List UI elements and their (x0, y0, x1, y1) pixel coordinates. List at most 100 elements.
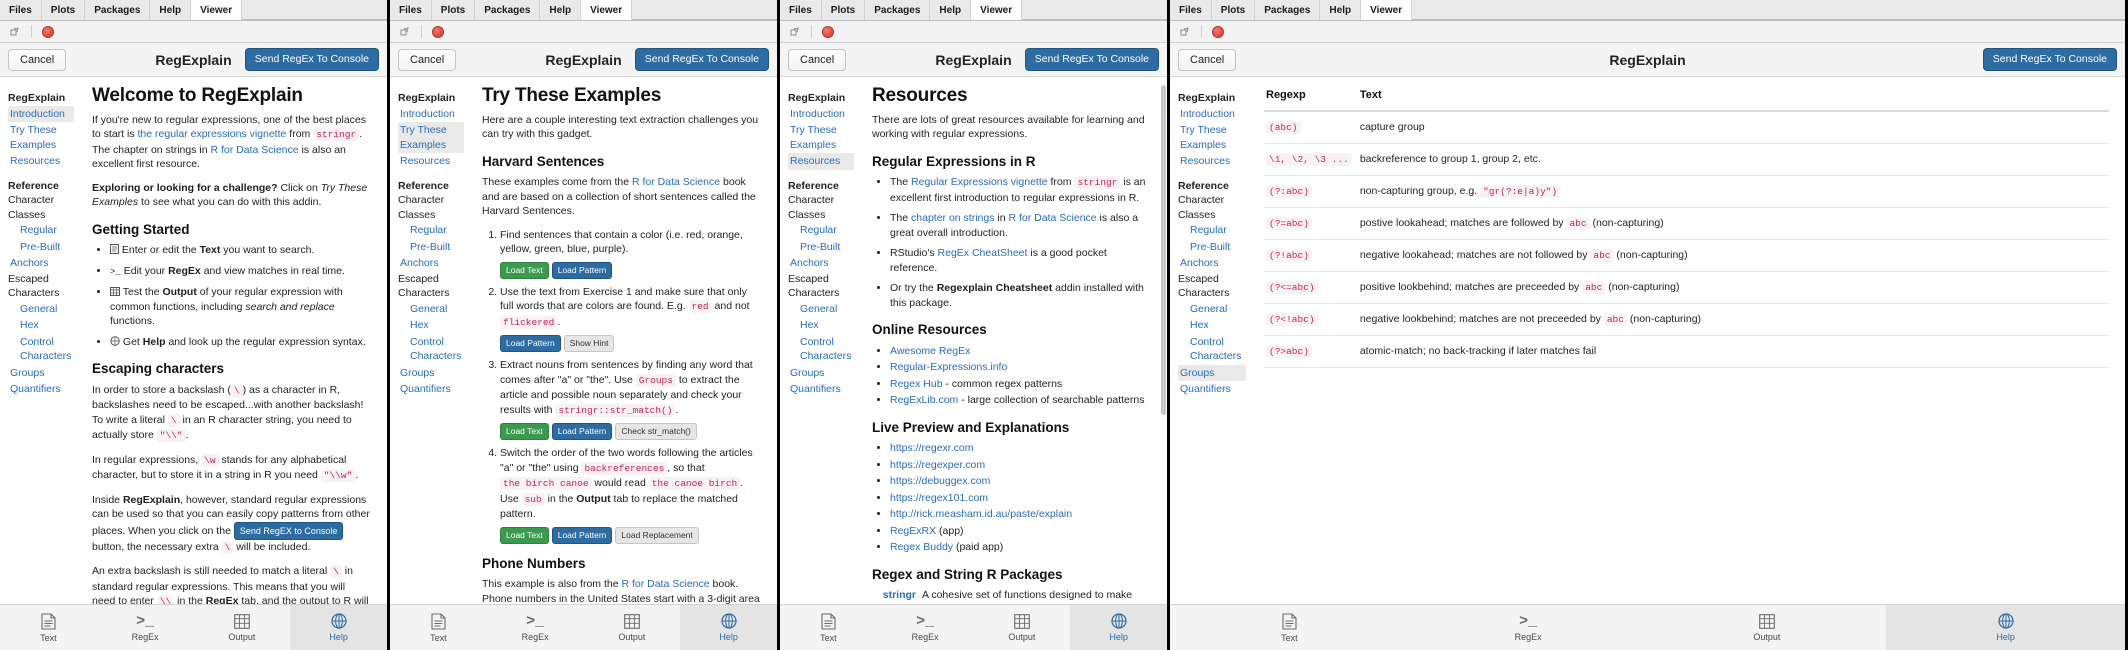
sidebar-item-resources[interactable]: Resources (8, 153, 74, 170)
rstudio-tab-packages[interactable]: Packages (85, 0, 151, 20)
sidebar-item-resources[interactable]: Resources (398, 153, 464, 170)
tab-text[interactable]: Text (1170, 605, 1409, 650)
load-replacement-button[interactable]: Load Replacement (615, 526, 699, 544)
popout-icon[interactable] (788, 25, 801, 38)
rstudio-tab-help[interactable]: Help (540, 0, 582, 20)
sidebar-item-quantifiers[interactable]: Quantifiers (788, 381, 854, 398)
tab-help[interactable]: Help (1886, 605, 2125, 650)
sidebar-item-pre-built[interactable]: Pre-Built (8, 239, 74, 256)
sidebar-item-resources[interactable]: Resources (788, 153, 854, 170)
sidebar-item-introduction[interactable]: Introduction (1178, 106, 1246, 123)
sidebar-item-hex[interactable]: Hex (8, 317, 74, 334)
rstudio-tab-help[interactable]: Help (930, 0, 972, 20)
tab-regex[interactable]: >_ RegEx (877, 605, 974, 650)
link-regexrx[interactable]: RegExRX (890, 525, 936, 537)
link-r4ds-phone[interactable]: R for Data Science (621, 578, 709, 590)
rstudio-tab-plots[interactable]: Plots (41, 0, 86, 20)
tab-regex[interactable]: >_ RegEx (97, 605, 194, 650)
inline-send-regex-button[interactable]: Send RegEX to Console (233, 521, 344, 540)
link-regexlib[interactable]: RegExLib.com (890, 394, 958, 406)
sidebar-item-quantifiers[interactable]: Quantifiers (8, 381, 74, 398)
load-pattern-button[interactable]: Load Pattern (500, 335, 561, 352)
rstudio-tab-packages[interactable]: Packages (865, 0, 931, 20)
popout-icon[interactable] (1178, 25, 1191, 38)
link-measham-explain[interactable]: http://rick.measham.id.au/paste/explain (890, 508, 1072, 520)
stop-icon[interactable] (42, 25, 54, 38)
link-regexr[interactable]: https://regexr.com (890, 442, 973, 454)
sidebar-item-hex[interactable]: Hex (398, 317, 464, 334)
sidebar-item-anchors[interactable]: Anchors (398, 255, 464, 272)
sidebar-item-hex[interactable]: Hex (788, 317, 854, 334)
link-regex-buddy[interactable]: Regex Buddy (890, 541, 953, 553)
tab-text[interactable]: Text (780, 605, 877, 650)
send-regex-to-console-button[interactable]: Send RegEx To Console (244, 48, 379, 71)
sidebar-item-regular[interactable]: Regular (398, 222, 464, 239)
tab-text[interactable]: Text (0, 605, 97, 650)
sidebar-item-anchors[interactable]: Anchors (1178, 255, 1246, 272)
sidebar-item-resources[interactable]: Resources (1178, 153, 1246, 170)
rstudio-tab-files[interactable]: Files (780, 0, 822, 20)
sidebar-item-anchors[interactable]: Anchors (8, 255, 74, 272)
tab-text[interactable]: Text (390, 605, 487, 650)
link-regular-expressions-info[interactable]: Regular-Expressions.info (890, 361, 1007, 373)
cancel-button[interactable]: Cancel (1178, 48, 1237, 71)
sidebar-item-control-characters[interactable]: Control Characters (788, 334, 854, 365)
link-debuggex[interactable]: https://debuggex.com (890, 475, 990, 487)
rstudio-tab-viewer[interactable]: Viewer (191, 0, 243, 20)
link-regex101[interactable]: https://regex101.com (890, 492, 988, 504)
rstudio-tab-packages[interactable]: Packages (1255, 0, 1321, 20)
cancel-button[interactable]: Cancel (398, 48, 457, 71)
sidebar-item-quantifiers[interactable]: Quantifiers (398, 381, 464, 398)
load-text-button[interactable]: Load Text (500, 526, 549, 544)
sidebar-item-try-these-examples[interactable]: Try These Examples (1178, 122, 1246, 153)
link-r4ds[interactable]: R for Data Science (210, 144, 298, 156)
check-str-match-button[interactable]: Check str_match() (615, 423, 697, 440)
link-stringr-vignette[interactable]: the regular expressions vignette (138, 128, 287, 140)
sidebar-item-try-these-examples[interactable]: Try These Examples (788, 122, 854, 153)
tab-regex[interactable]: >_ RegEx (487, 605, 584, 650)
sidebar-item-general[interactable]: General (788, 301, 854, 318)
load-pattern-button[interactable]: Load Pattern (551, 526, 613, 544)
sidebar-item-pre-built[interactable]: Pre-Built (1178, 239, 1246, 256)
tab-output[interactable]: Output (974, 605, 1071, 650)
sidebar-item-control-characters[interactable]: Control Characters (1178, 334, 1246, 365)
tab-help[interactable]: Help (290, 605, 387, 650)
rstudio-tab-help[interactable]: Help (150, 0, 192, 20)
link-regex-vignette[interactable]: Regular Expressions vignette (911, 176, 1048, 188)
show-hint-button[interactable]: Show Hint (563, 335, 615, 352)
send-regex-to-console-button[interactable]: Send RegEx To Console (634, 48, 769, 71)
rstudio-tab-files[interactable]: Files (390, 0, 432, 20)
sidebar-item-introduction[interactable]: Introduction (398, 106, 464, 123)
rstudio-tab-plots[interactable]: Plots (821, 0, 866, 20)
rstudio-tab-viewer[interactable]: Viewer (971, 0, 1023, 20)
tab-help[interactable]: Help (1070, 605, 1167, 650)
stop-icon[interactable] (432, 25, 444, 38)
link-r4ds[interactable]: R for Data Science (632, 176, 720, 188)
cancel-button[interactable]: Cancel (8, 48, 67, 71)
link-awesome-regex[interactable]: Awesome RegEx (890, 345, 970, 357)
send-regex-to-console-button[interactable]: Send RegEx To Console (1024, 48, 1159, 71)
popout-icon[interactable] (8, 25, 21, 38)
sidebar-item-quantifiers[interactable]: Quantifiers (1178, 381, 1246, 398)
load-text-button[interactable]: Load Text (500, 261, 549, 279)
rstudio-tab-files[interactable]: Files (1170, 0, 1212, 20)
stop-icon[interactable] (822, 25, 834, 38)
sidebar-item-regular[interactable]: Regular (8, 222, 74, 239)
tab-regex[interactable]: >_ RegEx (1409, 605, 1648, 650)
load-pattern-button[interactable]: Load Pattern (551, 423, 613, 440)
sidebar-item-hex[interactable]: Hex (1178, 317, 1246, 334)
sidebar-item-general[interactable]: General (398, 301, 464, 318)
link-chapter-strings[interactable]: chapter on strings (911, 212, 994, 224)
tab-output[interactable]: Output (1648, 605, 1887, 650)
sidebar-item-pre-built[interactable]: Pre-Built (398, 239, 464, 256)
sidebar-item-introduction[interactable]: Introduction (8, 105, 74, 122)
tab-output[interactable]: Output (584, 605, 681, 650)
package-name[interactable]: stringr (872, 588, 916, 604)
tab-output[interactable]: Output (194, 605, 291, 650)
sidebar-item-control-characters[interactable]: Control Characters (8, 334, 74, 365)
link-regexper[interactable]: https://regexper.com (890, 459, 985, 471)
rstudio-tab-plots[interactable]: Plots (1211, 0, 1256, 20)
rstudio-tab-viewer[interactable]: Viewer (1361, 0, 1413, 20)
scrollbar-thumb[interactable] (1161, 85, 1166, 415)
sidebar-item-introduction[interactable]: Introduction (788, 106, 854, 123)
